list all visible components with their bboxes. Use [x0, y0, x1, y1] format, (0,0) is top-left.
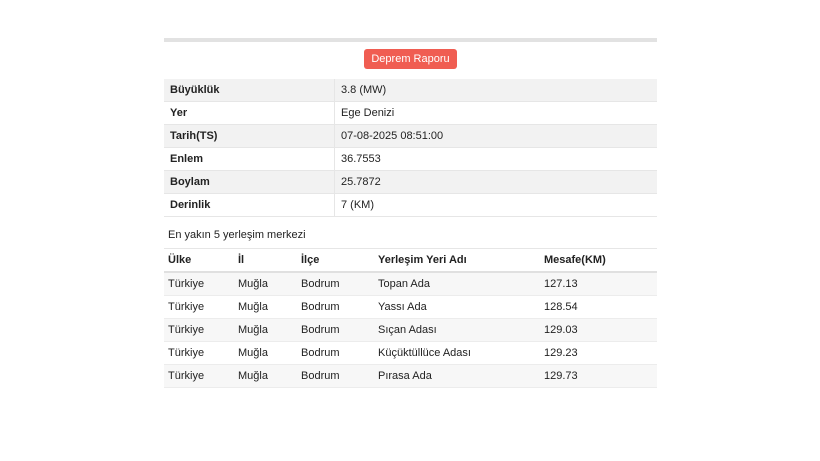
cell-settlement: Pırasa Ada	[374, 364, 540, 388]
cell-country: Türkiye	[164, 318, 234, 342]
cell-district: Bodrum	[297, 341, 374, 365]
cell-district: Bodrum	[297, 272, 374, 296]
cell-province: Muğla	[234, 341, 297, 365]
table-header-row: Ülke İl İlçe Yerleşim Yeri Adı Mesafe(KM…	[164, 248, 657, 273]
cell-settlement: Küçüktüllüce Adası	[374, 341, 540, 365]
info-value: 7 (KM)	[334, 193, 657, 217]
table-row: Türkiye Muğla Bodrum Küçüktüllüce Adası …	[164, 341, 657, 365]
info-row-depth: Derinlik 7 (KM)	[164, 193, 657, 217]
nearest-settlements-title: En yakın 5 yerleşim merkezi	[168, 229, 306, 241]
table-row: Türkiye Muğla Bodrum Yassı Ada 128.54	[164, 295, 657, 319]
col-header-settlement: Yerleşim Yeri Adı	[374, 248, 540, 273]
col-header-distance: Mesafe(KM)	[540, 248, 657, 273]
cell-distance: 127.13	[540, 272, 657, 296]
info-key: Tarih(TS)	[164, 124, 335, 148]
info-row-latitude: Enlem 36.7553	[164, 147, 657, 171]
cell-district: Bodrum	[297, 318, 374, 342]
button-container: Deprem Raporu	[164, 42, 657, 79]
cell-distance: 129.73	[540, 364, 657, 388]
cell-settlement: Yassı Ada	[374, 295, 540, 319]
earthquake-info-table: Büyüklük 3.8 (MW) Yer Ege Denizi Tarih(T…	[164, 79, 657, 217]
cell-settlement: Sıçan Adası	[374, 318, 540, 342]
info-row-longitude: Boylam 25.7872	[164, 170, 657, 194]
info-key: Büyüklük	[164, 79, 335, 102]
info-value: 07-08-2025 08:51:00	[334, 124, 657, 148]
info-row-location: Yer Ege Denizi	[164, 101, 657, 125]
info-key: Yer	[164, 101, 335, 125]
nearest-settlements-table: Ülke İl İlçe Yerleşim Yeri Adı Mesafe(KM…	[164, 248, 657, 388]
earthquake-report-panel: Deprem Raporu Büyüklük 3.8 (MW) Yer Ege …	[164, 38, 657, 388]
info-key: Enlem	[164, 147, 335, 171]
info-value: Ege Denizi	[334, 101, 657, 125]
info-value: 3.8 (MW)	[334, 79, 657, 102]
cell-distance: 128.54	[540, 295, 657, 319]
col-header-country: Ülke	[164, 248, 234, 273]
info-row-magnitude: Büyüklük 3.8 (MW)	[164, 79, 657, 102]
cell-country: Türkiye	[164, 295, 234, 319]
col-header-province: İl	[234, 248, 297, 273]
cell-distance: 129.03	[540, 318, 657, 342]
cell-country: Türkiye	[164, 272, 234, 296]
cell-country: Türkiye	[164, 341, 234, 365]
table-row: Türkiye Muğla Bodrum Sıçan Adası 129.03	[164, 318, 657, 342]
cell-distance: 129.23	[540, 341, 657, 365]
table-row: Türkiye Muğla Bodrum Pırasa Ada 129.73	[164, 364, 657, 388]
cell-province: Muğla	[234, 272, 297, 296]
table-row: Türkiye Muğla Bodrum Topan Ada 127.13	[164, 272, 657, 296]
earthquake-report-button[interactable]: Deprem Raporu	[364, 49, 457, 69]
info-key: Boylam	[164, 170, 335, 194]
info-row-date: Tarih(TS) 07-08-2025 08:51:00	[164, 124, 657, 148]
cell-province: Muğla	[234, 364, 297, 388]
info-value: 36.7553	[334, 147, 657, 171]
info-key: Derinlik	[164, 193, 335, 217]
cell-province: Muğla	[234, 295, 297, 319]
cell-country: Türkiye	[164, 364, 234, 388]
info-value: 25.7872	[334, 170, 657, 194]
cell-district: Bodrum	[297, 364, 374, 388]
cell-district: Bodrum	[297, 295, 374, 319]
cell-settlement: Topan Ada	[374, 272, 540, 296]
col-header-district: İlçe	[297, 248, 374, 273]
cell-province: Muğla	[234, 318, 297, 342]
